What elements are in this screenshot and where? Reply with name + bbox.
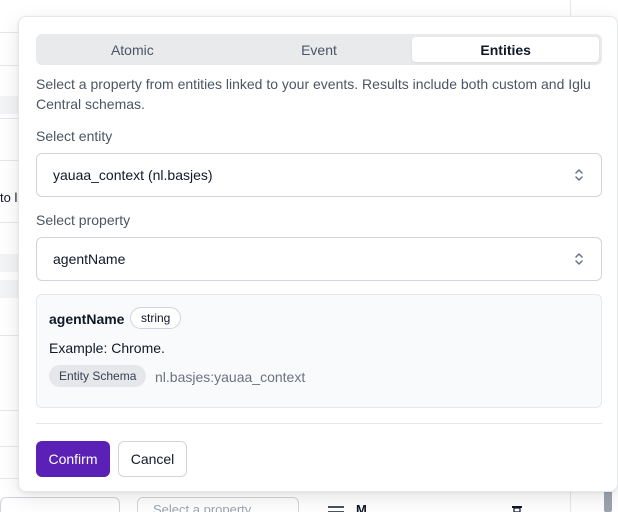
property-example: Example: Chrome. (49, 340, 165, 356)
bg-bottom-label: M (356, 502, 367, 512)
trash-icon[interactable] (511, 506, 523, 512)
footer-divider (36, 423, 602, 424)
select-property-label: Select property (36, 212, 131, 228)
schema-value: nl.basjes:yauaa_context (155, 369, 306, 385)
type-badge: string (130, 307, 182, 329)
cancel-button[interactable]: Cancel (118, 441, 187, 477)
schema-type-badge: Entity Schema (49, 365, 147, 387)
property-name: agentName (49, 311, 125, 327)
description-text: Select a property from entities linked t… (36, 76, 591, 112)
property-select[interactable]: agentName (36, 237, 602, 281)
property-details-card: agentName string Example: Chrome. Entity… (36, 294, 602, 408)
entity-select[interactable]: yauaa_context (nl.basjes) (36, 153, 602, 197)
property-select-value: agentName (53, 251, 126, 267)
entity-select-value: yauaa_context (nl.basjes) (53, 167, 213, 183)
confirm-button[interactable]: Confirm (36, 441, 110, 477)
tab-atomic[interactable]: Atomic (39, 37, 226, 62)
select-entity-label: Select entity (36, 128, 113, 144)
bg-bottom-input[interactable] (0, 497, 120, 512)
tab-event[interactable]: Event (226, 37, 413, 62)
tab-entities[interactable]: Entities (412, 37, 600, 62)
chevron-up-down-icon (575, 253, 583, 265)
bg-text-fragment: to l (0, 190, 18, 205)
chevron-up-down-icon (575, 169, 583, 181)
source-tabs: Atomic Event Entities (36, 34, 602, 65)
property-picker-popover: Atomic Event Entities Select a property … (18, 16, 618, 492)
bg-bottom-select-placeholder: Select a property (153, 502, 252, 512)
sliders-icon[interactable] (328, 504, 344, 512)
